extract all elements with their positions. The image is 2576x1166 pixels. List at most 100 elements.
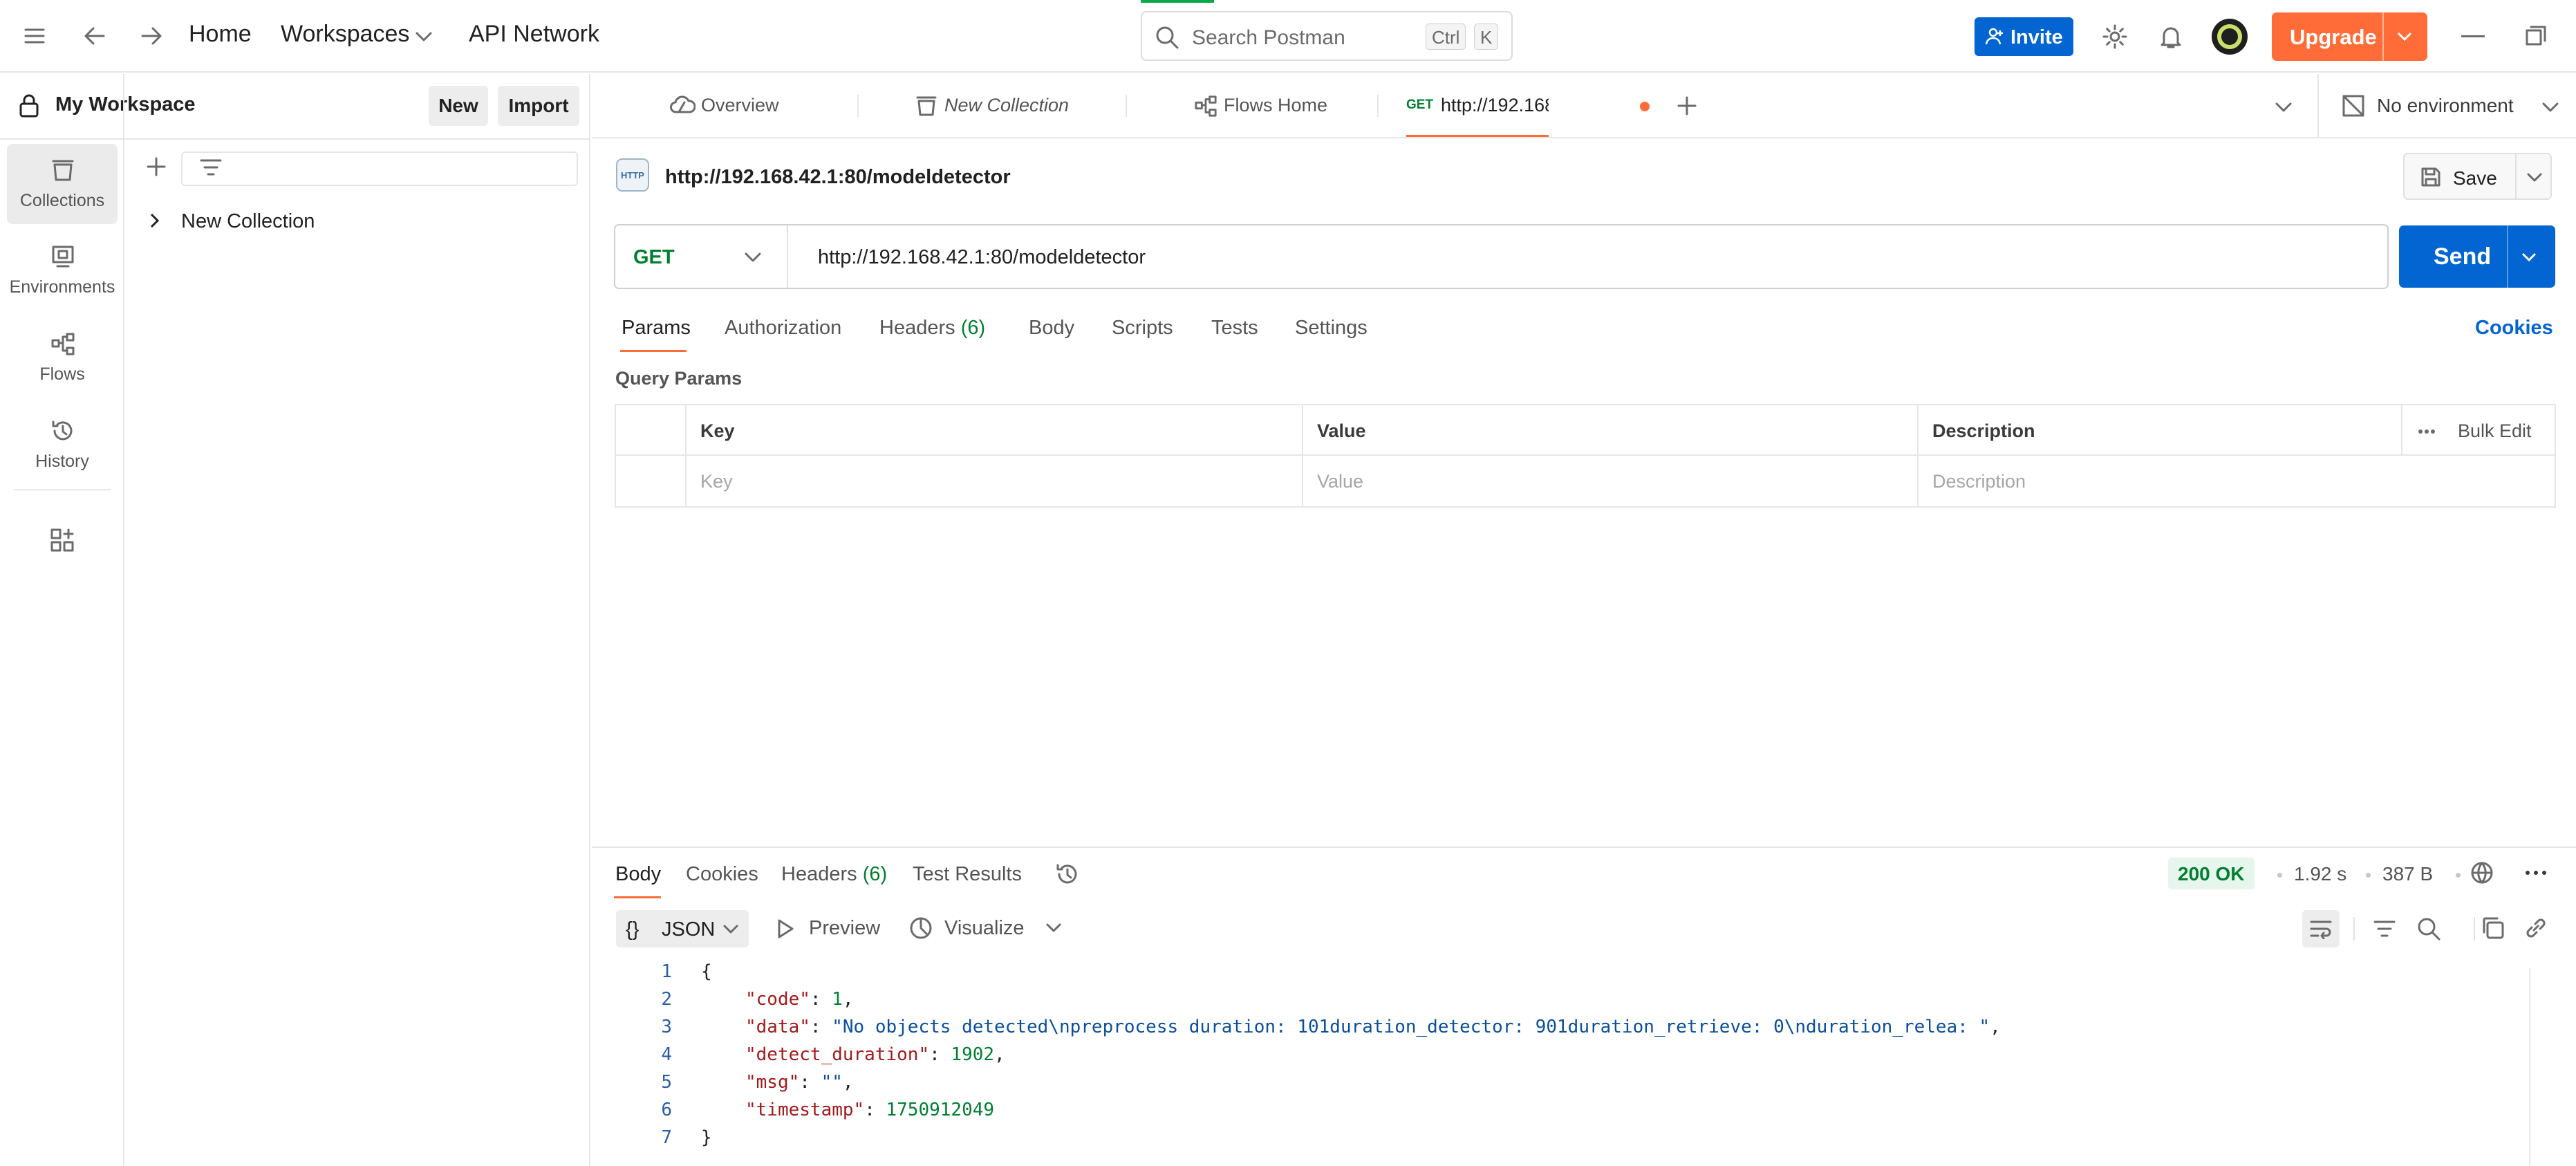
divider [787,225,788,288]
restore-window-icon[interactable] [2525,25,2547,47]
upgrade-button[interactable]: Upgrade [2272,12,2427,61]
wrap-lines-button[interactable] [2302,910,2340,947]
minimize-icon[interactable] [2461,35,2485,37]
url-input[interactable]: http://192.168.42.1:80/modeldetector [818,246,1146,269]
configure-sidebar-icon[interactable] [50,528,75,553]
link-icon[interactable] [2523,916,2548,941]
copy-icon[interactable] [2481,916,2505,941]
request-title[interactable]: http://192.168.42.1:80/modeldetector [665,166,1011,189]
send-button[interactable]: Send [2399,225,2555,288]
avatar[interactable] [2211,18,2248,55]
tab-body[interactable]: Body [1029,317,1074,340]
tab-separator [857,95,859,117]
chevron-down-icon[interactable] [415,30,433,43]
more-dots-icon[interactable] [2418,429,2436,434]
chevron-down-icon[interactable] [744,252,762,263]
add-collection-icon[interactable] [145,156,167,178]
globe-icon[interactable] [2470,860,2494,885]
sync-indicator [1141,0,1214,3]
tab-active-request[interactable]: GET http://192.168.42.1:80/m [1406,74,1549,137]
key-input[interactable]: Key [685,456,1302,506]
rail-item-collections[interactable]: Collections [7,144,118,224]
json-key: "detect_duration" [745,1044,930,1065]
import-button[interactable]: Import [498,86,579,126]
back-arrow-icon[interactable] [83,25,106,47]
bulk-edit-button[interactable]: Bulk Edit [2458,420,2532,442]
search-bar[interactable]: Search Postman Ctrl K [1141,11,1513,61]
description-input[interactable]: Description [1917,456,2555,506]
response-tab-body[interactable]: Body [615,863,661,886]
cookies-link[interactable]: Cookies [2475,317,2553,340]
rail-item-flows[interactable]: Flows [7,317,118,398]
chevron-down-icon[interactable] [2541,102,2559,113]
chevron-down-icon[interactable] [2526,172,2543,183]
tab-overview[interactable]: Overview [669,74,835,137]
response-time[interactable]: 1.92 s [2294,863,2346,885]
tab-tests[interactable]: Tests [1211,317,1258,340]
json-value: 1902 [951,1044,995,1065]
new-tab-plus-icon[interactable] [1676,95,1698,117]
collections-icon [50,158,75,183]
tab-settings[interactable]: Settings [1295,317,1368,340]
line-number: 1 [661,961,672,982]
home-link[interactable]: Home [189,21,252,48]
save-button[interactable]: Save [2403,153,2552,200]
tab-flows-home[interactable]: Flows Home [1193,74,1359,137]
format-selector[interactable]: {} JSON [616,910,749,947]
add-user-icon [1984,27,2005,46]
invite-button[interactable]: Invite [1975,17,2073,56]
notification-bell-icon[interactable] [2158,24,2183,50]
settings-gear-icon[interactable] [2102,24,2128,50]
line-number: 6 [661,1100,672,1120]
chevron-down-icon[interactable] [2521,252,2537,263]
tab-label: Flows Home [1224,95,1328,115]
chevron-down-icon[interactable] [722,924,739,935]
line-number: 4 [661,1044,672,1065]
tab-bar: Overview New Collection Flows Home GET h… [592,74,2576,138]
method-selector[interactable]: GET [633,246,675,269]
status-badge[interactable]: 200 OK [2168,858,2255,889]
rail-item-history[interactable]: History [7,405,118,485]
search-placeholder: Search Postman [1192,26,1345,49]
response-size[interactable]: 387 B [2382,863,2433,885]
collection-search-input[interactable] [181,151,578,186]
more-dots-icon[interactable] [2525,870,2547,876]
visualize-button[interactable]: Visualize [944,917,1025,940]
key-column-header: Key [685,405,1302,456]
filter-icon[interactable] [2373,918,2396,939]
preview-button[interactable]: Preview [809,917,880,940]
api-network-link[interactable]: API Network [469,21,599,48]
workspaces-menu[interactable]: Workspaces [281,21,409,48]
environment-selector[interactable]: No environment [2377,95,2514,117]
collection-item[interactable]: New Collection [126,198,589,240]
forward-arrow-icon[interactable] [140,25,163,47]
rail-label: Flows [39,364,85,384]
tab-headers[interactable]: Headers (6) [879,317,985,340]
response-tab-test-results[interactable]: Test Results [913,863,1022,886]
code-content: "data": "No objects detected\npreprocess… [745,1017,2001,1037]
chevron-right-icon[interactable] [149,212,160,229]
response-history-icon[interactable] [1055,862,1080,887]
scrollbar[interactable] [2529,968,2530,1166]
separator-dot [2277,873,2282,878]
chevron-down-icon[interactable] [1045,923,1062,934]
rail-item-environments[interactable]: Environments [7,230,118,311]
response-tab-headers[interactable]: Headers (6) [781,863,887,886]
left-rail: Collections Environments Flows History [0,74,124,1166]
divider [2353,917,2355,941]
tab-params[interactable]: Params [622,317,691,340]
tab-new-collection[interactable]: New Collection [915,74,1095,137]
chevron-down-icon[interactable] [2396,31,2413,42]
description-placeholder: Description [1932,471,2026,492]
response-tab-cookies[interactable]: Cookies [686,863,758,886]
tab-authorization[interactable]: Authorization [725,317,841,340]
value-placeholder: Value [1317,471,1364,492]
new-button[interactable]: New [429,86,488,126]
menu-icon[interactable] [24,26,46,46]
chevron-down-icon[interactable] [2275,102,2293,113]
search-icon[interactable] [2416,916,2442,942]
value-input[interactable]: Value [1302,456,1917,506]
response-body-code[interactable]: 1 {2 "code": 1, 3 "data": "No objects detect… [622,961,2523,1166]
tab-scripts[interactable]: Scripts [1112,317,1173,340]
rail-label: History [35,452,89,471]
